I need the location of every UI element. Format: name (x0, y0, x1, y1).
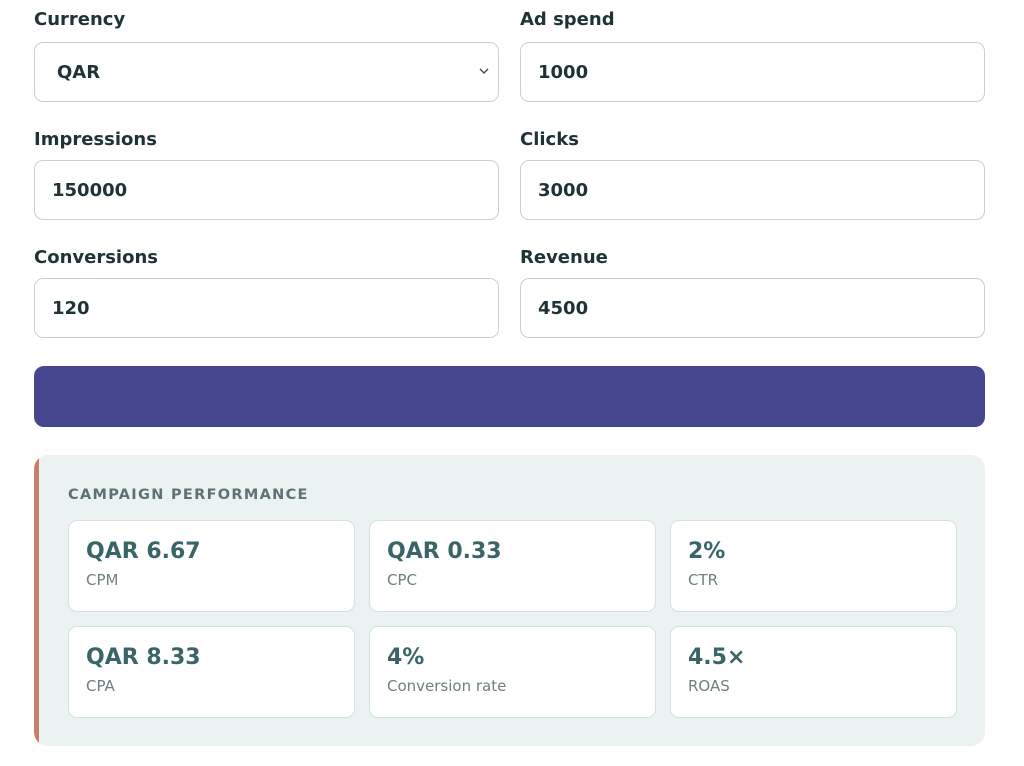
impressions-field-group: Impressions 150000 (34, 120, 499, 220)
metric-value: QAR 0.33 (387, 539, 502, 564)
conversions-input[interactable]: 120 (34, 278, 499, 338)
revenue-input[interactable]: 4500 (520, 278, 985, 338)
conversions-label: Conversions (34, 247, 158, 268)
metric-label: CTR (688, 571, 719, 589)
clicks-value: 3000 (538, 179, 589, 201)
form-row-1: Currency QAR Ad spend 1000 (34, 0, 985, 102)
conversions-value: 120 (52, 297, 90, 319)
form-row-2: Impressions 150000 Clicks 3000 (34, 120, 985, 220)
currency-select-value: QAR (57, 61, 101, 83)
results-accent-bar (34, 455, 39, 746)
metrics-grid: QAR 6.67 CPM QAR 0.33 CPC 2% CTR QAR 8.3… (68, 520, 957, 718)
clicks-input[interactable]: 3000 (520, 160, 985, 220)
calculator-form: Currency QAR Ad spend 1000 Impressions 1… (34, 0, 985, 361)
currency-select[interactable]: QAR (34, 42, 499, 102)
ad-spend-value: 1000 (538, 61, 589, 83)
results-panel: CAMPAIGN PERFORMANCE QAR 6.67 CPM QAR 0.… (34, 455, 985, 746)
metric-value: 4.5× (688, 645, 746, 670)
chevron-down-icon (479, 68, 489, 74)
metric-label: CPM (86, 571, 119, 589)
clicks-field-group: Clicks 3000 (520, 120, 985, 220)
metric-value: QAR 8.33 (86, 645, 201, 670)
impressions-label: Impressions (34, 129, 157, 150)
metric-label: CPC (387, 571, 417, 589)
form-row-3: Conversions 120 Revenue 4500 (34, 238, 985, 338)
ad-spend-label: Ad spend (520, 9, 615, 30)
revenue-value: 4500 (538, 297, 589, 319)
metric-value: 4% (387, 645, 425, 670)
metric-label: ROAS (688, 677, 730, 695)
calculate-button[interactable] (34, 366, 985, 427)
metric-card-conversion-rate: 4% Conversion rate (369, 626, 656, 718)
currency-label: Currency (34, 9, 126, 30)
metric-card-roas: 4.5× ROAS (670, 626, 957, 718)
impressions-value: 150000 (52, 179, 128, 201)
metric-card-cpc: QAR 0.33 CPC (369, 520, 656, 612)
results-title: CAMPAIGN PERFORMANCE (68, 487, 309, 503)
clicks-label: Clicks (520, 129, 579, 150)
impressions-input[interactable]: 150000 (34, 160, 499, 220)
currency-field-group: Currency QAR (34, 0, 499, 102)
metric-card-ctr: 2% CTR (670, 520, 957, 612)
metric-card-cpa: QAR 8.33 CPA (68, 626, 355, 718)
metric-card-cpm: QAR 6.67 CPM (68, 520, 355, 612)
revenue-field-group: Revenue 4500 (520, 238, 985, 338)
conversions-field-group: Conversions 120 (34, 238, 499, 338)
metric-label: Conversion rate (387, 677, 507, 695)
ad-spend-input[interactable]: 1000 (520, 42, 985, 102)
ad-spend-field-group: Ad spend 1000 (520, 0, 985, 102)
revenue-label: Revenue (520, 247, 608, 268)
metric-label: CPA (86, 677, 115, 695)
metric-value: 2% (688, 539, 726, 564)
metric-value: QAR 6.67 (86, 539, 201, 564)
